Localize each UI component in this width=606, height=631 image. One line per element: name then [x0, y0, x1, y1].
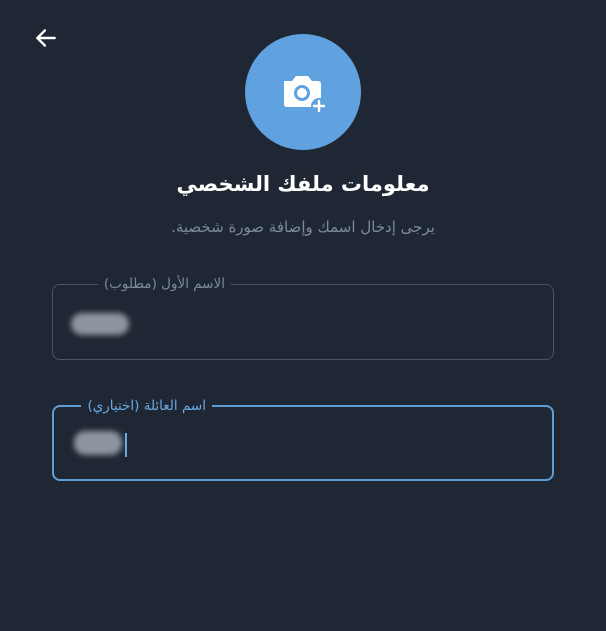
last-name-value-redacted [74, 431, 122, 455]
profile-info-screen: معلومات ملفك الشخصي يرجى إدخال اسمك وإضا… [0, 0, 606, 631]
add-photo-camera-icon [284, 76, 327, 114]
page-title: معلومات ملفك الشخصي [176, 172, 430, 196]
first-name-label: الاسم الأول (مطلوب) [97, 274, 231, 294]
last-name-field[interactable]: اسم العائلة (اختياري) [52, 396, 554, 481]
page-subtitle: يرجى إدخال اسمك وإضافة صورة شخصية. [171, 218, 435, 236]
back-button[interactable] [26, 18, 66, 58]
first-name-value-redacted [71, 313, 129, 335]
arrow-left-icon [36, 29, 56, 47]
last-name-label: اسم العائلة (اختياري) [81, 396, 212, 416]
add-photo-button[interactable] [245, 34, 361, 150]
text-cursor [125, 433, 127, 457]
first-name-field[interactable]: الاسم الأول (مطلوب) [52, 274, 554, 360]
